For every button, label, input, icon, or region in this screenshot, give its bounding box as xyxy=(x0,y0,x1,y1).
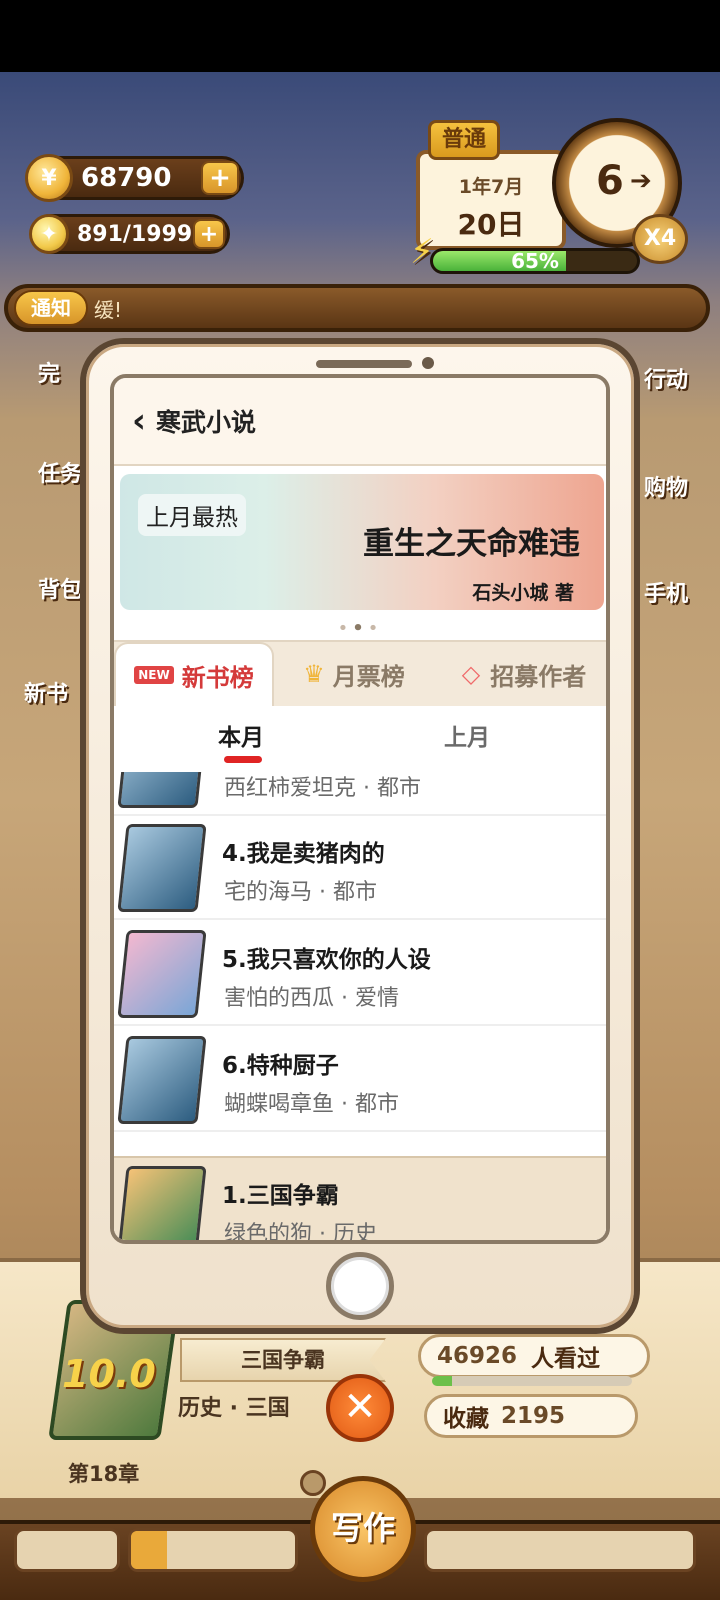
difficulty-tag: 普通 xyxy=(428,120,500,160)
phone-home-button[interactable] xyxy=(326,1252,394,1320)
banner-tag: 上月最热 xyxy=(138,494,246,536)
crown-icon: ♛ xyxy=(303,660,325,688)
book-cover xyxy=(117,1036,207,1124)
my-book-row[interactable]: 1.三国争霸 绿色的狗 · 历史 xyxy=(114,1156,606,1244)
date-month: 1年7月 xyxy=(458,176,524,198)
game-screen: ¥ 68790 + ✦ 891/1999 + 1年7月 20日 普通 6 ➔ X… xyxy=(0,0,720,1600)
energy-bar: 65% xyxy=(430,248,640,274)
side-item-complete[interactable]: 完 xyxy=(38,356,60,388)
clock-value: 6 xyxy=(596,158,624,204)
side-item-bag[interactable]: 背包 xyxy=(38,572,82,604)
app-header: ‹ 寒武小说 xyxy=(114,378,606,466)
book-subtitle: 西红柿爱坦克 · 都市 xyxy=(224,776,421,801)
tab-new-books[interactable]: NEW 新书榜 xyxy=(114,642,274,706)
book-subtitle: 蝴蝶喝章鱼 · 都市 xyxy=(224,1092,399,1117)
subtab-last-month[interactable]: 上月 xyxy=(444,718,490,752)
clock-hand-icon: ➔ xyxy=(630,166,652,196)
side-item-newbook[interactable]: 新书 xyxy=(24,676,68,708)
tab-recruit-authors[interactable]: ◇ 招募作者 xyxy=(434,642,606,706)
side-item-action[interactable]: 行动 xyxy=(644,362,688,394)
book-genre: 历史 · 三国 xyxy=(178,1396,290,1421)
idea-value: 891/1999 xyxy=(77,221,193,247)
idea-counter: ✦ 891/1999 + xyxy=(29,214,230,254)
book-title: 5.我只喜欢你的人设 xyxy=(222,947,431,973)
tab-monthly-votes-label: 月票榜 xyxy=(332,662,405,691)
coin-icon: ¥ xyxy=(25,154,73,202)
list-item[interactable]: 5.我只喜欢你的人设 害怕的西瓜 · 爱情 xyxy=(114,922,606,1026)
book-cover xyxy=(117,772,207,808)
add-coins-button[interactable]: + xyxy=(201,161,239,195)
banner-title: 重生之天命难违 xyxy=(363,526,580,562)
date-card: 1年7月 20日 xyxy=(416,150,566,250)
close-button[interactable]: ✕ xyxy=(326,1374,394,1442)
book-title: 4.我是卖猪肉的 xyxy=(222,841,385,867)
bottom-progress-fill xyxy=(131,1531,168,1569)
bottom-slot-right[interactable] xyxy=(424,1528,696,1572)
add-ideas-button[interactable]: + xyxy=(193,219,225,249)
phone-device: ‹ 寒武小说 上月最热 重生之天命难违 石头小城 著 ••• NEW 新书榜 ♛… xyxy=(80,338,640,1334)
book-subtitle: 害怕的西瓜 · 爱情 xyxy=(224,986,399,1011)
book-score: 10.0 xyxy=(62,1352,156,1396)
coin-counter: ¥ 68790 + xyxy=(25,154,244,202)
ranking-tabs: NEW 新书榜 ♛ 月票榜 ◇ 招募作者 xyxy=(114,640,606,706)
app-title: 寒武小说 xyxy=(156,408,257,437)
book-title: 6.特种厨子 xyxy=(222,1053,339,1079)
lightbulb-icon: ✦ xyxy=(29,214,69,254)
book-chapter: 第18章 xyxy=(68,1462,140,1486)
book-cover xyxy=(117,824,207,912)
list-item[interactable]: 西红柿爱坦克 · 都市 xyxy=(114,772,606,816)
period-tabs: 本月 上月 xyxy=(114,706,606,772)
views-progress-fill xyxy=(432,1376,452,1386)
views-count: 46926 xyxy=(437,1343,518,1369)
date-day: 20日 xyxy=(457,208,525,241)
side-item-tasks[interactable]: 任务 xyxy=(38,456,82,488)
back-arrow-icon[interactable]: ‹ xyxy=(132,401,146,441)
favorites-count: 2195 xyxy=(501,1403,566,1429)
handshake-icon: ◇ xyxy=(461,660,481,688)
list-item[interactable]: 4.我是卖猪肉的 宅的海马 · 都市 xyxy=(114,816,606,920)
notice-text: 缓! xyxy=(94,297,123,322)
tab-recruit-authors-label: 招募作者 xyxy=(490,662,587,691)
phone-camera xyxy=(422,357,434,369)
notice-tag: 通知 xyxy=(14,290,88,326)
views-label: 人看过 xyxy=(531,1346,601,1372)
speed-button[interactable]: X4 xyxy=(632,214,688,264)
tab-new-books-label: 新书榜 xyxy=(181,663,254,692)
side-item-shop[interactable]: 购物 xyxy=(644,470,688,502)
book-cover xyxy=(117,930,207,1018)
subtab-this-month[interactable]: 本月 xyxy=(218,718,264,752)
tab-monthly-votes[interactable]: ♛ 月票榜 xyxy=(274,642,434,706)
list-item[interactable]: 6.特种厨子 蝴蝶喝章鱼 · 都市 xyxy=(114,1028,606,1132)
bottom-slot-left[interactable] xyxy=(14,1528,120,1572)
favorites-label: 收藏 xyxy=(443,1406,489,1432)
side-item-phone[interactable]: 手机 xyxy=(644,576,688,608)
favorites-stat: 收藏 2195 xyxy=(424,1394,638,1438)
subtab-indicator xyxy=(224,756,262,763)
write-button[interactable]: 写作 xyxy=(310,1476,416,1582)
book-subtitle: 宅的海马 · 都市 xyxy=(224,880,377,905)
banner-author: 石头小城 著 xyxy=(472,582,574,604)
energy-percent: 65% xyxy=(511,249,559,273)
banner-pagination: ••• xyxy=(337,618,383,639)
write-handle-icon xyxy=(300,1470,326,1496)
new-badge: NEW xyxy=(134,666,174,684)
views-progress-bar xyxy=(432,1376,632,1386)
coin-value: 68790 xyxy=(81,163,172,193)
book-subtitle: 绿色的狗 · 历史 xyxy=(224,1222,377,1244)
views-stat: 46926 人看过 xyxy=(418,1334,650,1378)
book-title: 1.三国争霸 xyxy=(222,1183,339,1209)
phone-speaker xyxy=(316,360,412,368)
bottom-progress-slot xyxy=(128,1528,298,1572)
book-cover xyxy=(117,1166,207,1240)
featured-banner[interactable]: 上月最热 重生之天命难违 石头小城 著 xyxy=(120,474,604,610)
notice-bar[interactable]: 通知 缓! xyxy=(4,284,710,332)
phone-screen: ‹ 寒武小说 上月最热 重生之天命难违 石头小城 著 ••• NEW 新书榜 ♛… xyxy=(110,374,610,1244)
